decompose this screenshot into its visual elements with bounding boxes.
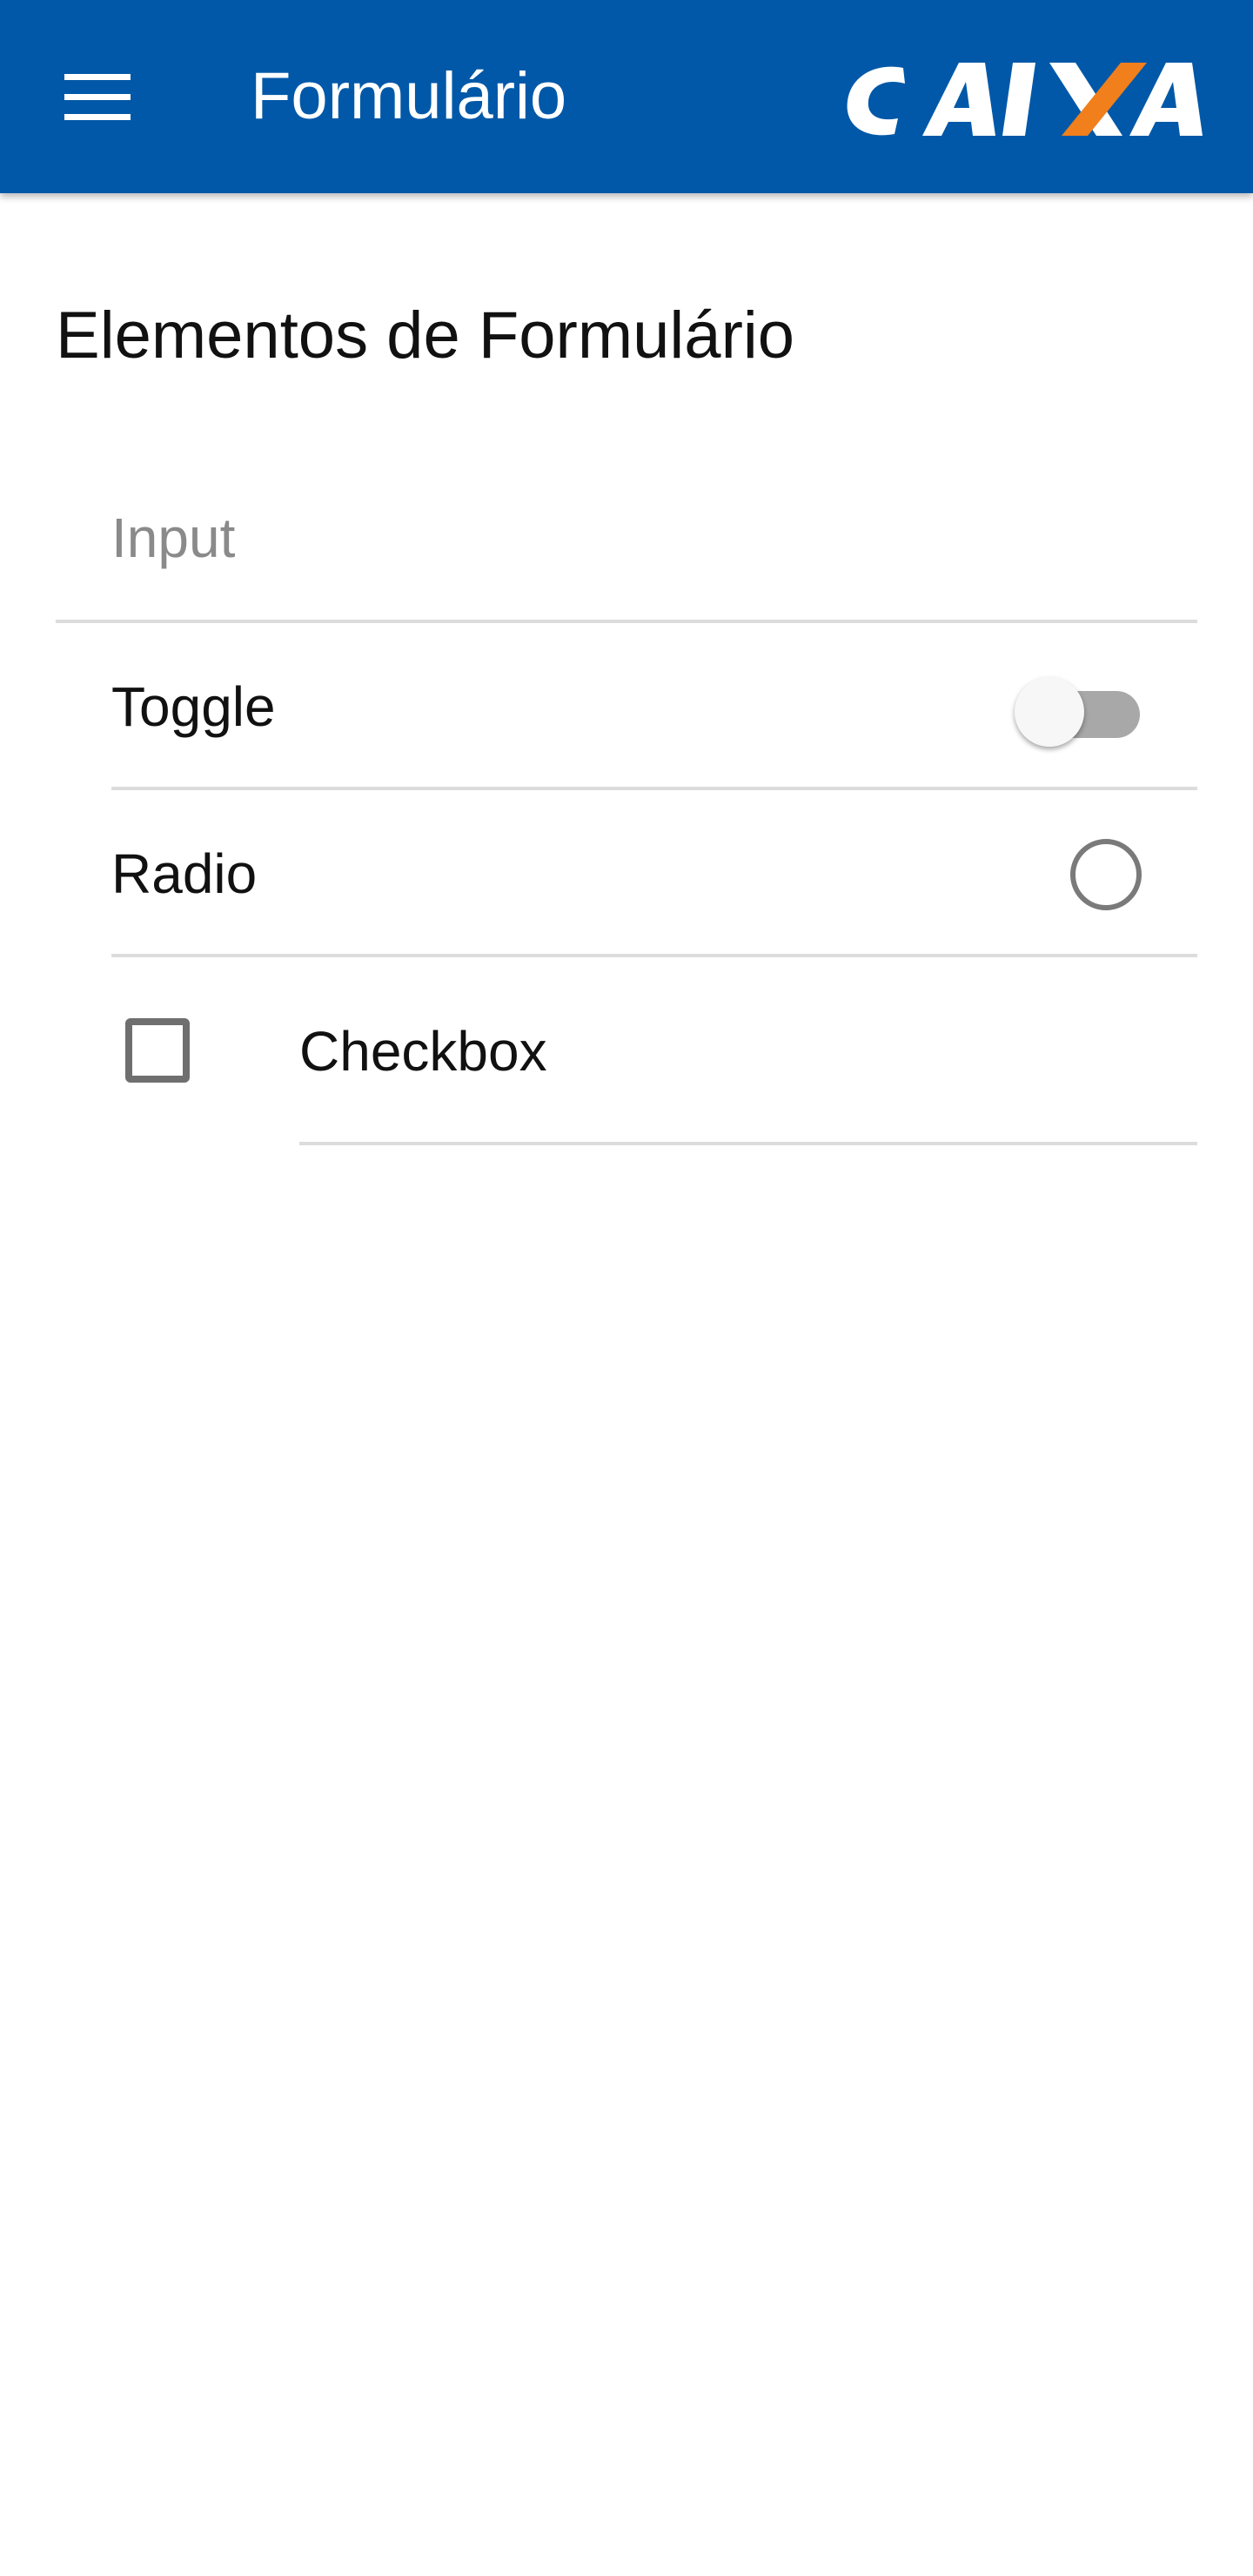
menu-button[interactable] [38, 45, 157, 148]
checkbox-label: Checkbox [299, 1020, 547, 1083]
toggle-label: Toggle [111, 675, 276, 738]
toggle-thumb [1015, 677, 1084, 747]
caixa-logo-graphic [847, 63, 1203, 136]
toggle-divider [111, 787, 1197, 790]
input-underline [56, 620, 1197, 623]
radio-divider [111, 954, 1197, 957]
app-toolbar: Formulário [0, 0, 1253, 193]
input-field[interactable] [111, 496, 1121, 580]
checkbox[interactable] [125, 1018, 190, 1083]
caixa-logo [842, 52, 1213, 144]
form-heading: Elementos de Formulário [56, 299, 795, 372]
toggle-switch[interactable] [1015, 674, 1143, 747]
page-title: Formulário [251, 59, 567, 133]
hamburger-menu-icon [64, 74, 131, 120]
checkbox-divider [299, 1142, 1197, 1145]
radio-label: Radio [111, 842, 258, 905]
radio-button[interactable] [1070, 839, 1142, 910]
